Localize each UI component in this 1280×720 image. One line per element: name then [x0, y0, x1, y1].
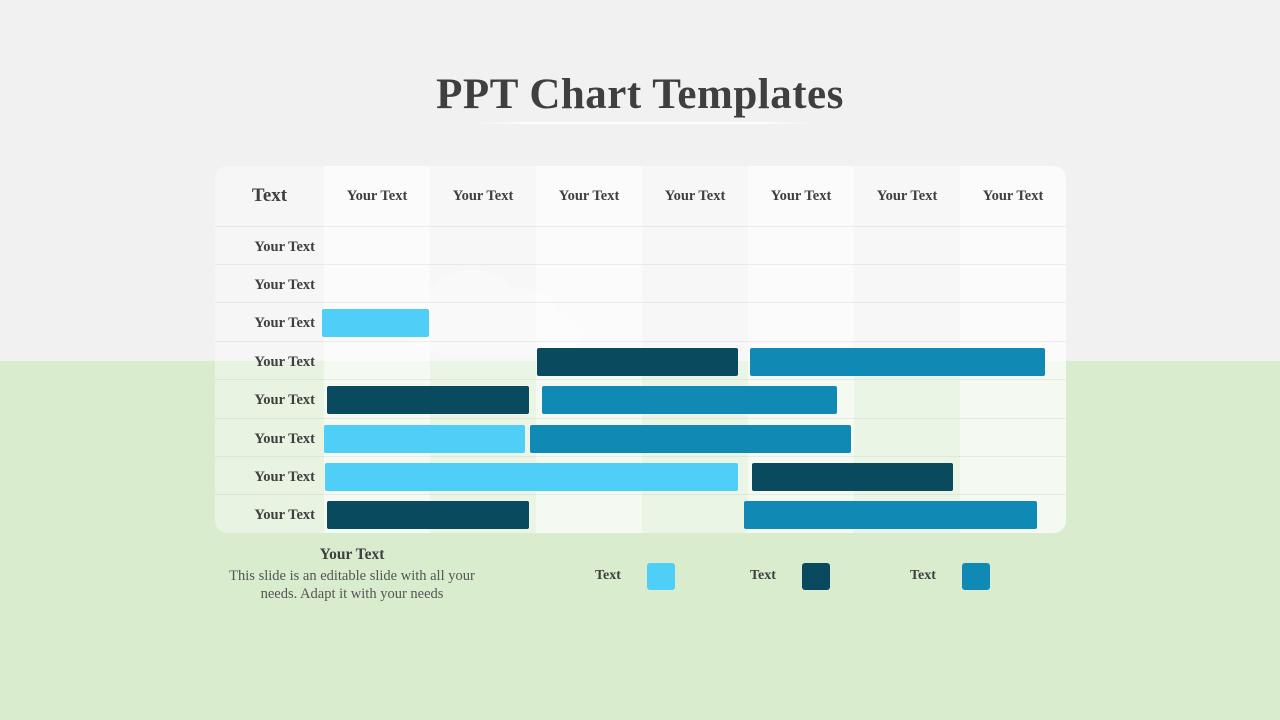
chart-row-2: Your Text: [215, 266, 1066, 304]
description-body: This slide is an editable slide with all…: [229, 568, 475, 602]
column-header-2: Your Text: [452, 187, 514, 204]
bar-segment-dark-teal[interactable]: [327, 501, 529, 529]
column-header-5: Your Text: [770, 187, 832, 204]
bar-segment-dark-teal[interactable]: [327, 386, 529, 414]
bar-segment-dark-teal[interactable]: [752, 463, 953, 491]
column-header-4: Your Text: [664, 187, 726, 204]
title-underline-divider: [470, 122, 818, 124]
legend-item-2[interactable]: Text: [750, 558, 830, 594]
legend-swatch-light-blue: [646, 562, 675, 590]
description-block: Your Text This slide is an editable slid…: [227, 544, 477, 603]
row-label-6: Your Text: [254, 430, 315, 447]
bar-segment-light-blue[interactable]: [324, 425, 525, 453]
chart-row-5: Your Text: [215, 381, 1066, 419]
column-header-7: Your Text: [982, 187, 1044, 204]
legend-item-1[interactable]: Text: [595, 558, 675, 594]
slide-title-container: PPT Chart Templates: [0, 66, 1280, 124]
bar-segment-medium-blue[interactable]: [542, 386, 837, 414]
chart-row-8: Your Text: [215, 496, 1066, 533]
chart-row-6: Your Text: [215, 420, 1066, 458]
chart-panel: Text Your Text Your Text Your Text Your …: [215, 166, 1066, 533]
bar-segment-dark-teal[interactable]: [537, 348, 738, 376]
gridline: [215, 226, 1066, 227]
row-label-7: Your Text: [254, 468, 315, 485]
column-header-6: Your Text: [876, 187, 938, 204]
page-title: PPT Chart Templates: [436, 71, 844, 118]
row-label-8: Your Text: [254, 506, 315, 523]
row-label-3: Your Text: [254, 314, 315, 331]
bar-segment-light-blue[interactable]: [322, 309, 429, 337]
legend-swatch-medium-blue: [961, 562, 990, 590]
description-title: Your Text: [319, 546, 385, 563]
legend-label-3: Text: [910, 568, 936, 583]
legend-label-2: Text: [750, 568, 776, 583]
chart-row-3: Your Text: [215, 304, 1066, 342]
bar-segment-light-blue[interactable]: [325, 463, 738, 491]
column-header-1: Your Text: [346, 187, 408, 204]
chart-legend: Text Text Text: [595, 558, 1025, 598]
chart-row-1: Your Text: [215, 228, 1066, 266]
row-label-1: Your Text: [254, 238, 315, 255]
chart-row-4: Your Text: [215, 343, 1066, 381]
bar-segment-medium-blue[interactable]: [750, 348, 1045, 376]
legend-swatch-dark-teal: [801, 562, 830, 590]
chart-row-7: Your Text: [215, 458, 1066, 496]
legend-label-1: Text: [595, 568, 621, 583]
row-label-2: Your Text: [254, 276, 315, 293]
legend-item-3[interactable]: Text: [910, 558, 990, 594]
row-label-4: Your Text: [254, 353, 315, 370]
bar-segment-medium-blue[interactable]: [530, 425, 851, 453]
chart-header-row: Text Your Text Your Text Your Text Your …: [215, 166, 1066, 226]
column-header-3: Your Text: [558, 187, 620, 204]
row-label-5: Your Text: [254, 391, 315, 408]
bar-segment-medium-blue[interactable]: [744, 501, 1037, 529]
chart-corner-label: Text: [251, 185, 288, 206]
